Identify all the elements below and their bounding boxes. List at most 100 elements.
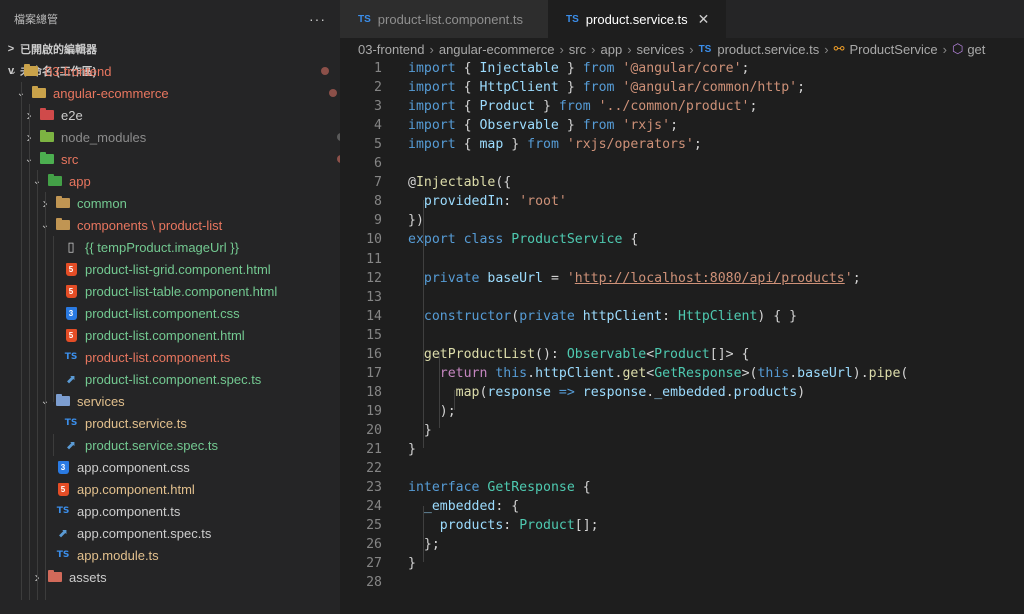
explorer-title-bar: 檔案總管 ··· [0,0,340,38]
tree-item[interactable]: ⌄ 03-frontend [0,60,340,82]
code-token: private [519,308,575,324]
indent-guide [45,192,46,600]
code-text: import { Product } from '../common/produ… [408,97,757,116]
code-text: @Injectable({ [408,173,511,192]
html5-glyph: 5 [65,262,77,276]
tree-item[interactable]: ›e2e [0,104,340,126]
tree-item[interactable]: ⌄app [0,170,340,192]
tree-item[interactable]: ⬈ app.component.spec.ts [0,522,340,544]
code-token: class [463,232,504,248]
tree-item[interactable]: 5product-list.component.htmlU [0,324,340,346]
line-number: 10 [366,232,382,248]
code-token: Product [479,99,536,115]
tree-item[interactable]: 5 app.component.html M [0,478,340,500]
breadcrumb-item[interactable]: src [569,42,586,57]
code-token: } [408,442,416,457]
breadcrumb-item[interactable]: ProductService [849,42,937,57]
code-token: : [503,194,520,210]
chevron-down-icon[interactable]: ⌄ [6,66,20,77]
code-token: { [574,480,591,496]
code-token: ; [693,137,702,153]
breadcrumb-item[interactable]: services [637,42,685,57]
tree-item[interactable]: 3 app.component.css [0,456,340,478]
tree-item[interactable]: ›assets [0,566,340,588]
code-editor[interactable]: 1 import { Injectable } from '@angular/co… [340,58,1024,614]
code-text: private baseUrl = 'http://localhost:8080… [408,269,861,288]
code-line: 19 ); [340,402,1024,421]
code-text: ); [408,402,456,421]
class-icon: ⚯ [833,41,845,56]
line-number: 26 [366,537,382,553]
folder-shape [48,174,62,186]
code-token: { [455,80,480,96]
code-token: ); [408,403,456,419]
code-token: ; [670,118,679,134]
line-number: 27 [366,556,382,572]
tree-item[interactable]: TSproduct-list.component.ts2, U [0,346,340,368]
tree-item[interactable]: ⌄src [0,148,340,170]
code-token: map [455,384,480,400]
typescript-icon: TS [566,13,579,25]
tree-item[interactable]: ⌄services [0,390,340,412]
line-number: 23 [366,480,382,496]
code-token: httpClient [582,308,663,324]
breadcrumb-item[interactable]: 03-frontend [358,42,425,57]
code-token: constructor [423,308,512,324]
code-token: < [646,346,655,362]
breadcrumb-item[interactable]: angular-ecommerce [439,42,555,57]
git-status-badge: M [332,548,340,562]
code-token: HttpClient [678,308,758,324]
code-token: 'root' [519,194,567,210]
tree-item[interactable]: ›node_modules [0,126,340,148]
code-token: ; [741,61,750,76]
more-actions-icon[interactable]: ··· [309,11,326,27]
code-line: 8 providedIn: 'root' [340,192,1024,211]
tree-item-label: app.component.html [77,481,195,497]
code-token: (): [535,346,567,362]
code-token: } [408,422,432,438]
tree-item[interactable]: ⌄angular-ecommerce [0,82,340,104]
line-number: 18 [366,384,382,400]
folder-shape [32,86,46,98]
tab-product-list[interactable]: TS product-list.component.ts [340,0,566,38]
line-number: 13 [366,289,382,305]
code-token: }) [408,213,424,229]
breadcrumb-item[interactable]: app [600,42,622,57]
tree-item[interactable]: ⬈product-list.component.spec.tsU [0,368,340,390]
tree-item[interactable]: TS app.module.ts M [0,544,340,566]
breadcrumb-item[interactable]: product.service.ts [717,42,819,57]
code-token: interface [408,480,480,496]
close-icon[interactable]: ✕ [698,11,710,28]
tree-item[interactable]: TS app.component.ts [0,500,340,522]
folder-icon [47,173,63,189]
code-token: } [503,137,528,153]
code-line: 15 [340,326,1024,345]
folder-icon [47,569,63,585]
code-token: { [622,232,639,248]
folder-icon [39,151,55,167]
breadcrumb-item[interactable]: get [967,42,985,57]
code-token: } [535,99,559,115]
code-token: Product [519,518,575,534]
tree-item-label: app.component.spec.ts [77,525,212,541]
tab-product-service[interactable]: TS product.service.ts ✕ [548,0,726,38]
tree-item[interactable]: ›common [0,192,340,214]
open-editors-section[interactable]: > 已開啟的編輯器 [0,38,340,60]
code-text: import { Injectable } from '@angular/cor… [408,59,749,78]
tree-item[interactable]: ⌄components \ product-list [0,214,340,236]
tree-item[interactable]: 5product-list-grid.component.htmlU [0,258,340,280]
tree-item[interactable]: 5product-list-table.component.htmlU [0,280,340,302]
tree-item[interactable]: ▯{{ tempProduct.imageUrl }}U [0,236,340,258]
code-token: import [408,137,456,153]
code-token: Injectable [415,175,496,191]
line-number: 24 [366,499,382,515]
code-token: } [408,556,416,572]
tree-item[interactable]: TSproduct.service.ts1, U [0,412,340,434]
tree-item-label: angular-ecommerce [53,85,169,101]
tree-item[interactable]: ⬈product.service.spec.tsU [0,434,340,456]
tree-item[interactable]: 3product-list.component.cssU [0,302,340,324]
code-token: baseUrl [797,365,853,381]
